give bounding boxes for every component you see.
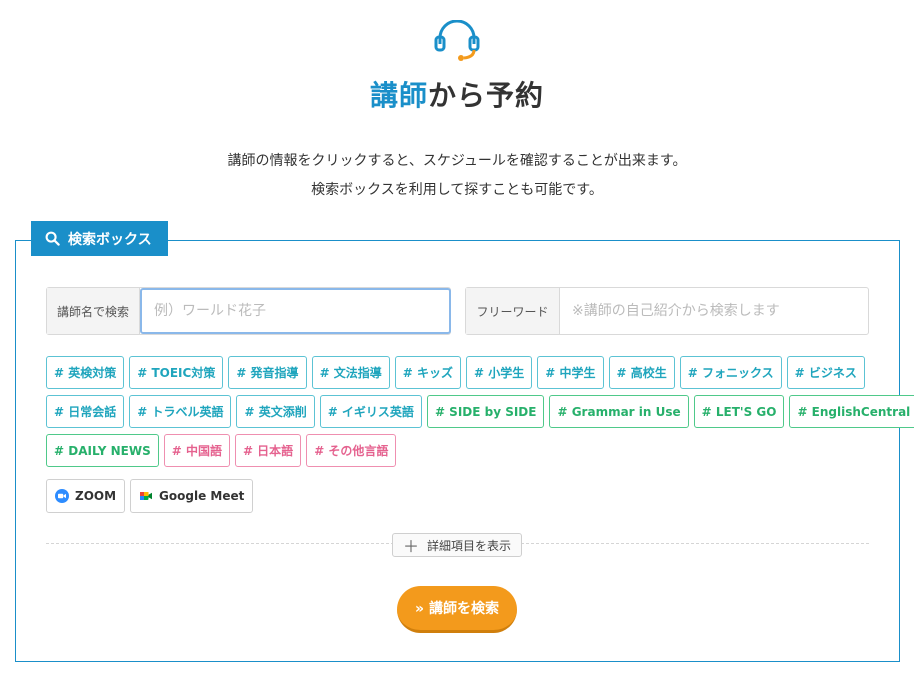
show-details-button[interactable]: ＋ 詳細項目を表示 [392, 533, 522, 557]
zoom-button[interactable]: ZOOM [46, 479, 126, 513]
tag-pronunciation[interactable]: # 発音指導 [228, 356, 307, 389]
page-title: 講師から予約 [0, 74, 914, 114]
search-teacher-button[interactable]: » 講師を検索 [397, 586, 517, 633]
teacher-name-label: 講師名で検索 [47, 288, 140, 334]
tag-side-by-side[interactable]: # SIDE by SIDE [426, 395, 545, 428]
page-title-rest: から予約 [428, 79, 545, 112]
tag-travel-english[interactable]: # トラベル英語 [129, 395, 232, 428]
tag-toeic[interactable]: # TOEIC対策 [129, 356, 224, 389]
page-title-accent: 講師 [369, 79, 428, 112]
tool-row: ZOOM Google Meet [46, 479, 254, 513]
tag-british-english[interactable]: # イギリス英語 [319, 395, 422, 428]
show-details-label: 詳細項目を表示 [427, 538, 512, 553]
tag-grammar[interactable]: # 文法指導 [311, 356, 390, 389]
tag-daily-news[interactable]: # DAILY NEWS [46, 434, 159, 467]
plus-icon: ＋ [402, 537, 419, 556]
tag-elementary[interactable]: # 小学生 [466, 356, 533, 389]
tag-high-school[interactable]: # 高校生 [608, 356, 675, 389]
tag-writing-correction[interactable]: # 英文添削 [236, 395, 315, 428]
search-icon [45, 231, 60, 246]
free-word-field: フリーワード [465, 287, 869, 335]
tag-chinese[interactable]: # 中国語 [163, 434, 230, 467]
tag-business[interactable]: # ビジネス [786, 356, 865, 389]
free-word-label: フリーワード [466, 288, 560, 334]
tag-eiken[interactable]: # 英検対策 [46, 356, 125, 389]
tag-daily-conversation[interactable]: # 日常会話 [46, 395, 125, 428]
teacher-name-field: 講師名で検索 [46, 287, 451, 335]
google-meet-button[interactable]: Google Meet [130, 479, 254, 513]
intro-text-1: 講師の情報をクリックすると、スケジュールを確認することが出来ます。 [227, 153, 687, 169]
tag-phonics[interactable]: # フォニックス [679, 356, 782, 389]
search-box-tab-label: 検索ボックス [68, 231, 152, 248]
headset-icon [434, 20, 480, 61]
tag-junior-high[interactable]: # 中学生 [537, 356, 604, 389]
intro-text-2: 検索ボックスを利用して探すことも可能です。 [311, 182, 603, 198]
tag-grammar-in-use[interactable]: # Grammar in Use [549, 395, 689, 428]
tag-row-3: # DAILY NEWS # 中国語 # 日本語 # その他言語 [46, 434, 397, 467]
tag-row-2: # 日常会話 # トラベル英語 # 英文添削 # イギリス英語 # SIDE b… [46, 395, 914, 428]
tag-other-languages[interactable]: # その他言語 [306, 434, 397, 467]
zoom-label: ZOOM [75, 489, 117, 503]
free-word-input[interactable] [560, 288, 868, 334]
zoom-icon [55, 489, 69, 503]
tag-japanese[interactable]: # 日本語 [234, 434, 302, 467]
tag-lets-go[interactable]: # LET'S GO [693, 395, 785, 428]
google-meet-label: Google Meet [159, 489, 245, 503]
tag-row-1: # 英検対策 # TOEIC対策 # 発音指導 # 文法指導 # キッズ # 小… [46, 356, 865, 389]
teacher-name-input[interactable] [140, 288, 451, 334]
tag-englishcentral[interactable]: # EnglishCentral [789, 395, 914, 428]
tag-kids[interactable]: # キッズ [394, 356, 462, 389]
search-box-tab: 検索ボックス [31, 221, 168, 256]
google-meet-icon [140, 492, 153, 500]
